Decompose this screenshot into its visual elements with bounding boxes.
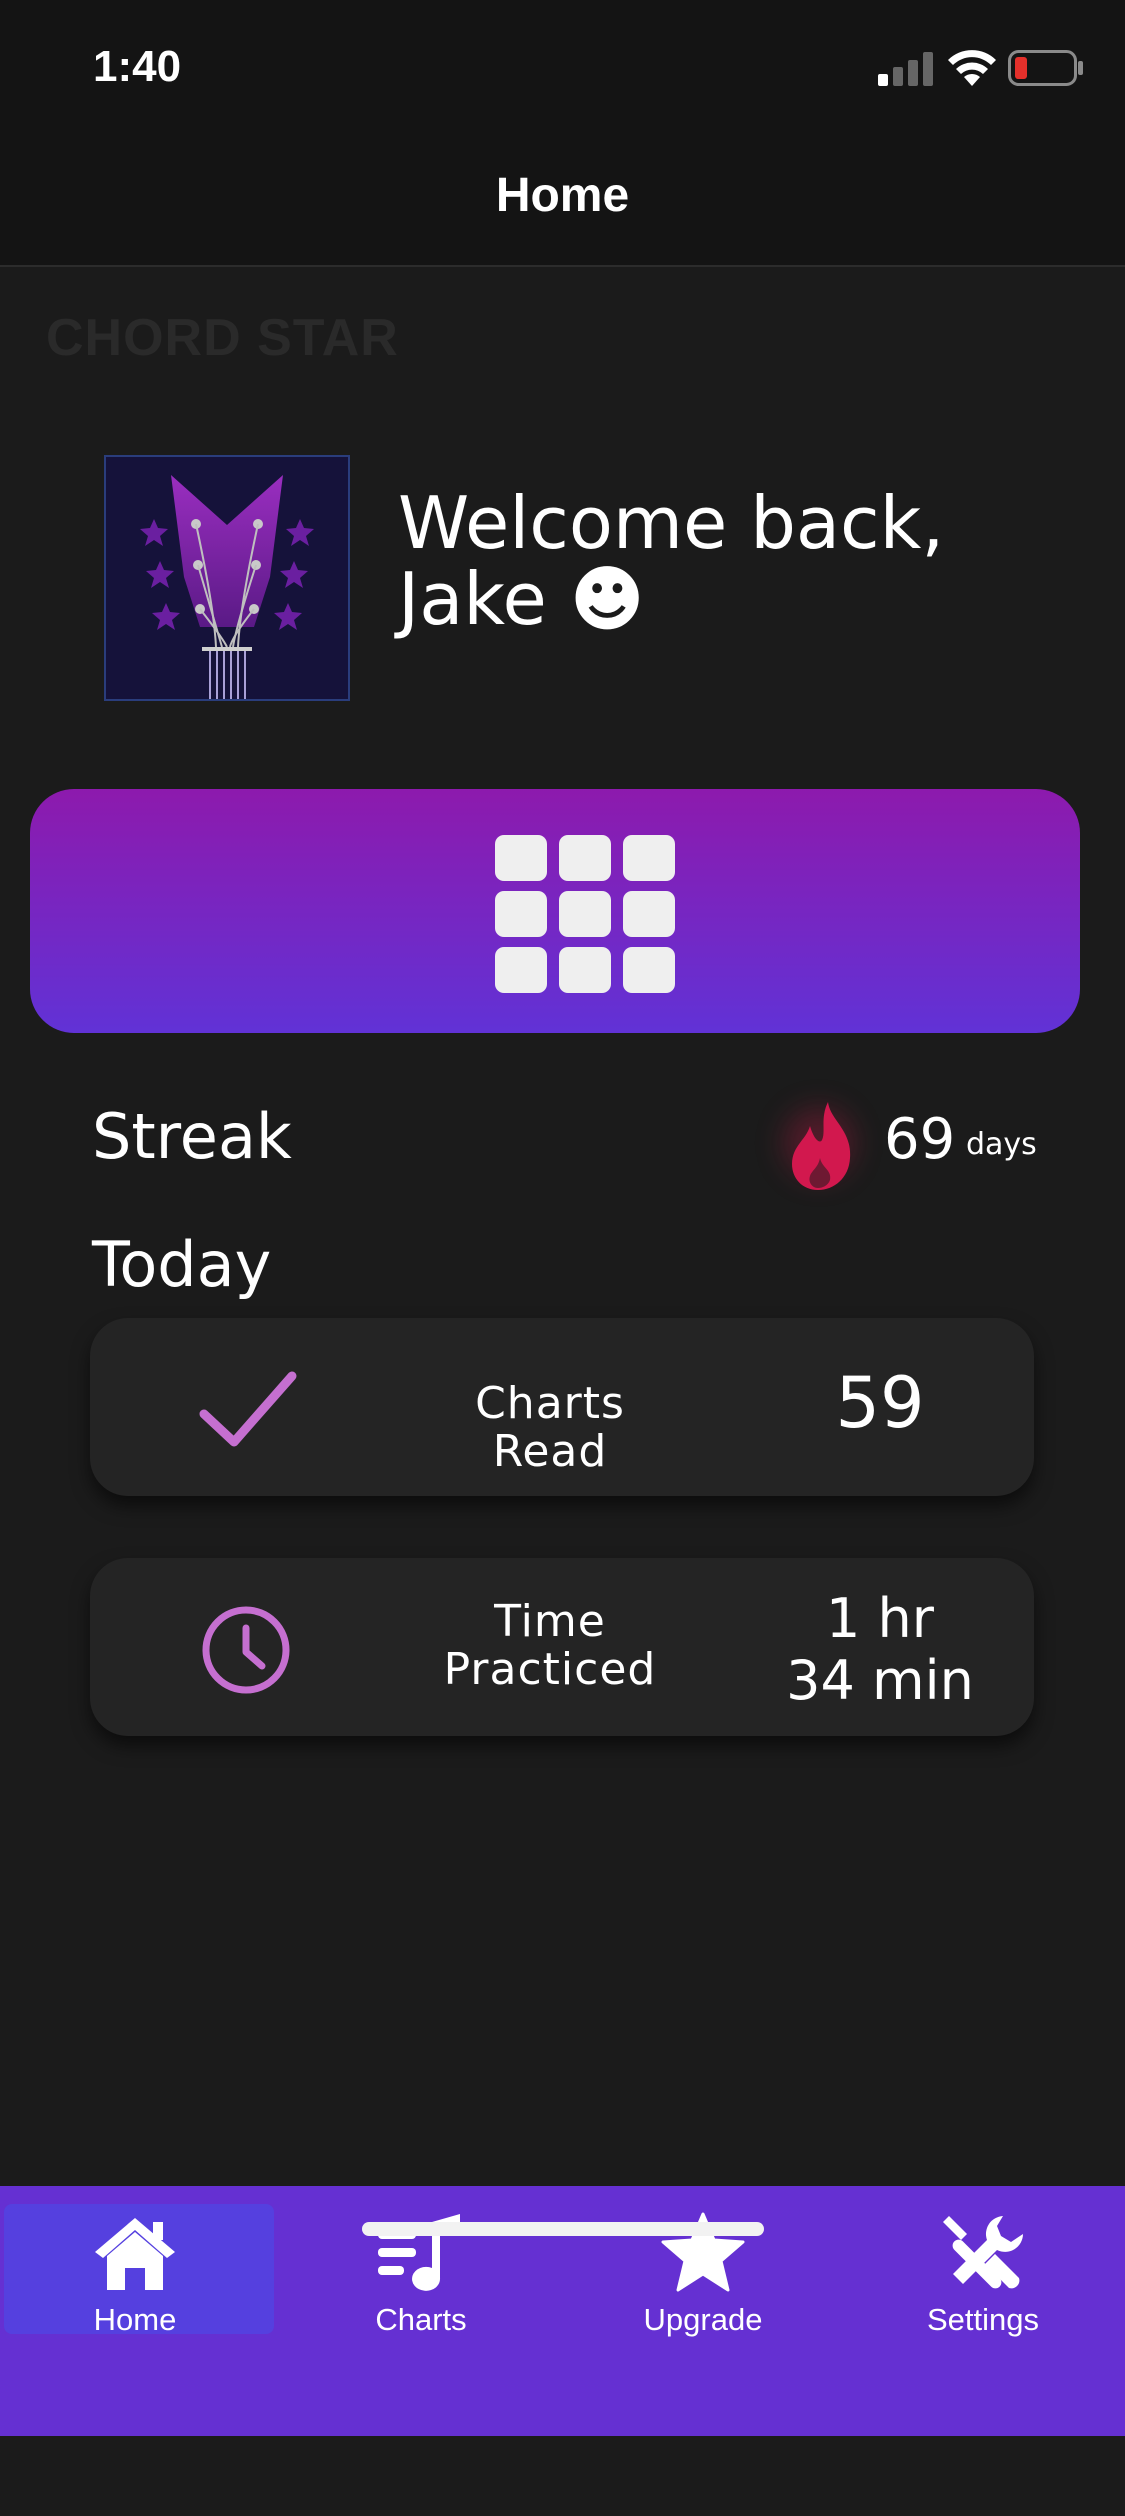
time-practiced-minutes: 34 min bbox=[786, 1649, 974, 1712]
tab-home[interactable]: Home bbox=[0, 2196, 274, 2516]
status-time: 1:40 bbox=[93, 42, 182, 91]
streak-label: Streak bbox=[92, 1100, 292, 1173]
welcome-line: Welcome back, bbox=[398, 481, 945, 565]
status-bar: 1:40 bbox=[0, 0, 1125, 130]
time-practiced-label-line2: Practiced bbox=[443, 1644, 657, 1695]
app-logo bbox=[104, 455, 350, 701]
tab-settings-label: Settings bbox=[926, 2302, 1039, 2337]
tab-upgrade[interactable]: Upgrade bbox=[568, 2196, 838, 2516]
charts-read-label: Charts Read bbox=[475, 1378, 625, 1477]
battery-icon bbox=[1008, 50, 1083, 86]
time-practiced-hours: 1 hr bbox=[826, 1587, 934, 1650]
time-practiced-label-line1: Time bbox=[494, 1596, 606, 1647]
navigation-bar: Home bbox=[0, 130, 1125, 267]
time-practiced-value: 1 hr 34 min bbox=[780, 1588, 980, 1712]
tab-settings[interactable]: Settings bbox=[848, 2196, 1118, 2516]
charts-read-value: 59 bbox=[835, 1362, 925, 1444]
charts-read-card: Charts Read 59 bbox=[90, 1318, 1034, 1496]
tools-icon bbox=[943, 2216, 1023, 2289]
streak-count: 69 bbox=[884, 1107, 956, 1172]
home-indicator[interactable] bbox=[362, 2222, 764, 2236]
page-title: Home bbox=[495, 169, 630, 222]
streak-unit: days bbox=[966, 1127, 1037, 1162]
tab-charts-label: Charts bbox=[375, 2302, 467, 2337]
signal-icon bbox=[878, 52, 933, 86]
time-practiced-label: Time Practiced bbox=[420, 1598, 680, 1694]
welcome-user-name: Jake ☻ bbox=[398, 557, 645, 641]
welcome-message: Welcome back, Jake ☻ bbox=[398, 485, 944, 637]
guitar-headstock-logo bbox=[140, 475, 314, 699]
grid-icon bbox=[495, 835, 675, 993]
brand-watermark: CHORD STAR bbox=[46, 309, 399, 367]
tab-home-label: Home bbox=[93, 2302, 177, 2337]
home-icon bbox=[95, 2218, 175, 2290]
chart-grid-button[interactable] bbox=[30, 789, 1080, 1033]
time-practiced-card: Time Practiced 1 hr 34 min bbox=[90, 1558, 1034, 1736]
clock-icon bbox=[202, 1606, 290, 1694]
tab-charts[interactable]: Charts bbox=[286, 2196, 556, 2516]
flame-icon bbox=[792, 1102, 851, 1190]
wifi-icon bbox=[948, 50, 996, 86]
check-icon bbox=[199, 1371, 297, 1447]
tab-upgrade-label: Upgrade bbox=[643, 2302, 763, 2337]
today-label: Today bbox=[92, 1228, 272, 1301]
